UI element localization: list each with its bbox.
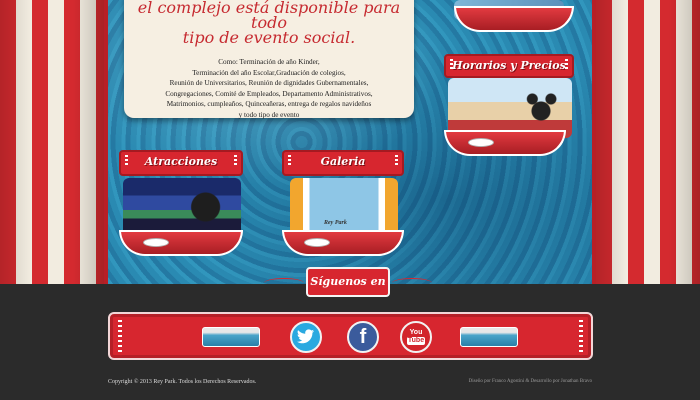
- decor-swirl-left: [264, 278, 304, 288]
- social-bar: f You Tube: [108, 312, 593, 360]
- follow-label: Síguenos en: [310, 275, 386, 288]
- boat-shape: [119, 230, 243, 256]
- twitter-icon[interactable]: [290, 321, 322, 353]
- curtain-stripes-left: [0, 0, 104, 284]
- boat-shape: [444, 130, 566, 156]
- events-line: Matrimonios, cumpleaños, Quinceañeras, e…: [166, 100, 372, 108]
- ticket-link-right[interactable]: [460, 327, 518, 347]
- galeria-label: Galeria: [320, 155, 366, 168]
- events-line: y todo tipo de evento: [238, 110, 300, 119]
- ticket-link-left[interactable]: [202, 327, 260, 347]
- events-line: Como: Terminación de año Kinder,: [218, 58, 320, 66]
- events-info-card: el complejo está disponible para todo ti…: [124, 0, 414, 120]
- youtube-icon[interactable]: You Tube: [400, 321, 432, 353]
- facebook-icon[interactable]: f: [347, 321, 379, 353]
- galeria-scene-image: [290, 178, 398, 236]
- atracciones-scene-image: [123, 178, 241, 236]
- horarios-precios-panel[interactable]: Horarios y Precios: [440, 50, 580, 160]
- horarios-scene-image: [448, 78, 572, 138]
- ride-panel-top[interactable]: [440, 0, 580, 36]
- events-line: Congregaciones, Comité de Empleados, Dep…: [165, 89, 373, 98]
- decor-swirl-right: [392, 278, 432, 288]
- atracciones-panel[interactable]: Atracciones: [117, 148, 247, 260]
- events-line: Reunión de Universitarios, Reunión de di…: [169, 79, 369, 87]
- events-list: Como: Terminación de año Kinder, Termina…: [124, 57, 414, 120]
- boat-shape: [454, 6, 574, 32]
- ride-logo: [143, 238, 169, 247]
- horarios-banner: Horarios y Precios: [444, 54, 574, 78]
- curtain-stripes-right: [596, 0, 700, 284]
- galeria-banner: Galeria: [282, 150, 404, 176]
- copyright-text: Copyright © 2013 Rey Park. Todos los Der…: [108, 379, 257, 385]
- info-heading-line2: tipo de evento social.: [182, 28, 356, 47]
- atracciones-banner: Atracciones: [119, 150, 243, 176]
- ride-logo: [468, 138, 494, 147]
- follow-banner: Síguenos en: [306, 267, 390, 297]
- credits-text: Diseño por Franco Agostini & Desarrollo …: [468, 379, 592, 384]
- boat-shape: [282, 230, 404, 256]
- events-line: Terminación del año Escolar,Graduación d…: [192, 68, 346, 77]
- horarios-label: Horarios y Precios: [452, 59, 566, 72]
- ride-logo: [304, 238, 330, 247]
- galeria-panel[interactable]: Galeria Rey Park: [280, 148, 408, 260]
- atracciones-label: Atracciones: [144, 155, 218, 168]
- galeria-caption: Rey Park: [324, 220, 347, 226]
- info-heading-line1: el complejo está disponible para todo: [137, 0, 401, 32]
